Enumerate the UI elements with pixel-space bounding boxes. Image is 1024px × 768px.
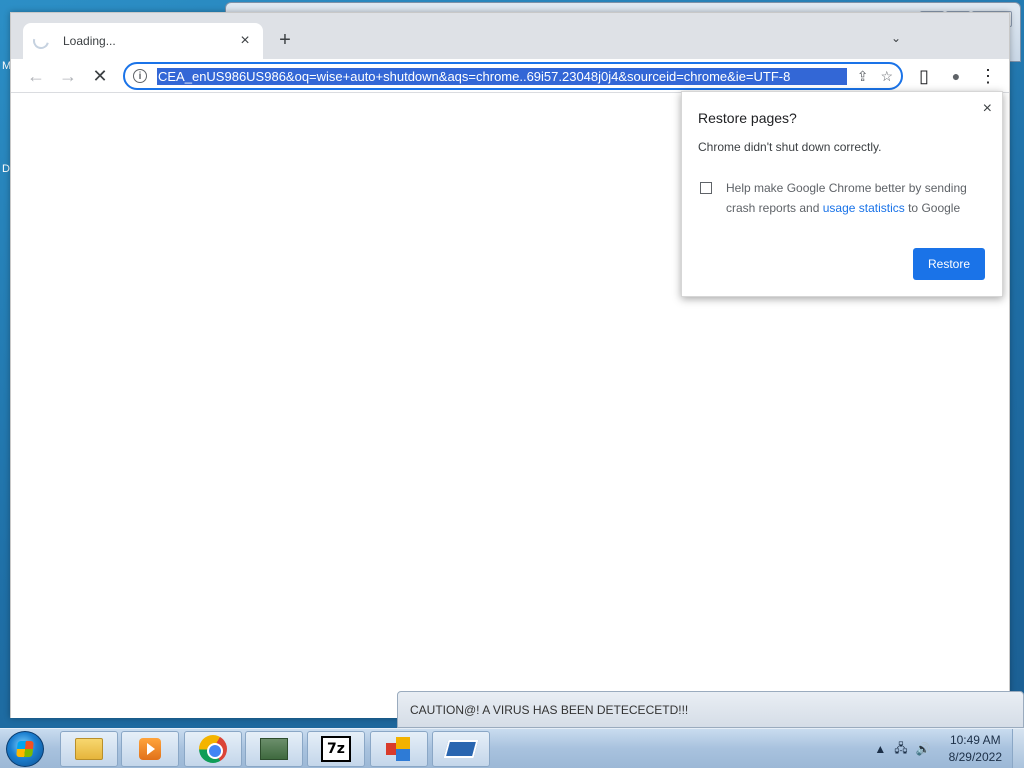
clock[interactable]: 10:49 AM 8/29/2022 [949,732,1002,766]
dialog-message: Chrome didn't shut down correctly. [698,140,882,154]
volume-icon[interactable]: 🔊 [916,742,931,756]
dialog-close-icon[interactable]: × [983,100,992,118]
network-icon[interactable]: 🖧 [894,739,907,760]
taskbar-7zip[interactable]: 7z [307,731,365,767]
tab-loading[interactable]: Loading... × [23,23,263,59]
tab-strip: Loading... × + ⌄ [11,13,1009,59]
desktop: M D ▭ ❐ ✕ Loading... × + ⌄ ← → ✕ i CEA_e… [0,0,1024,728]
tab-search-icon[interactable]: ⌄ [891,31,901,45]
bookmark-star-icon[interactable]: ☆ [880,68,893,85]
tray-expand-icon[interactable]: ▲ [874,742,886,756]
taskbar-explorer[interactable] [60,731,118,767]
network-app-icon [260,738,288,760]
show-desktop-button[interactable] [1012,729,1024,768]
start-button[interactable] [6,731,44,767]
folder-icon [75,738,103,760]
chrome-window: Loading... × + ⌄ ← → ✕ i CEA_enUS986US98… [10,12,1010,718]
taskbar: 7z ▲ 🖧 🔊 10:49 AM 8/29/2022 [0,728,1024,768]
tab-close-icon[interactable]: × [237,32,253,50]
browser-toolbar: ← → ✕ i CEA_enUS986US986&oq=wise+auto+sh… [11,59,1009,93]
usage-statistics-link[interactable]: usage statistics [823,201,905,215]
site-info-icon[interactable]: i [133,69,147,83]
address-bar[interactable]: i CEA_enUS986US986&oq=wise+auto+shutdown… [123,62,903,90]
restore-button[interactable]: Restore [913,248,985,280]
drive-icon [443,740,479,758]
back-arrow-icon[interactable]: ← [25,65,47,87]
taskbar-drive[interactable] [432,731,490,767]
desktop-icon-label[interactable]: D [2,163,10,175]
help-text-end: to Google [904,201,961,215]
notification-text: CAUTION@! A VIRUS HAS BEEN DETECECETD!!! [410,702,689,717]
new-tab-icon[interactable]: + [273,29,297,52]
taskbar-media-player[interactable] [121,731,179,767]
stop-loading-icon[interactable]: ✕ [89,65,111,87]
tab-title: Loading... [63,34,116,48]
dialog-title: Restore pages? [698,110,797,126]
seven-zip-icon: 7z [321,736,351,762]
clock-time: 10:49 AM [949,733,1001,747]
app-icon [386,737,412,761]
url-text[interactable]: CEA_enUS986US986&oq=wise+auto+shutdown&a… [157,67,847,85]
taskbar-app[interactable] [370,731,428,767]
media-player-icon [139,738,161,760]
clock-date: 8/29/2022 [948,750,1002,764]
chrome-icon [199,735,227,763]
chrome-menu-icon[interactable]: ⋮ [977,65,999,87]
virus-warning-notification[interactable]: CAUTION@! A VIRUS HAS BEEN DETECECETD!!! [397,691,1024,728]
share-icon[interactable]: ⇪ [857,68,869,85]
profile-icon[interactable]: ● [945,65,967,87]
restore-pages-dialog: Restore pages? × Chrome didn't shut down… [681,91,1003,297]
taskbar-chrome[interactable] [184,731,242,767]
forward-arrow-icon[interactable]: → [57,65,79,87]
loading-spinner-icon [30,30,52,52]
taskbar-network-app[interactable] [245,731,303,767]
system-tray: ▲ 🖧 🔊 10:49 AM 8/29/2022 [874,729,1024,768]
crash-report-checkbox[interactable] [700,182,712,194]
side-panel-icon[interactable]: ▯ [913,65,935,87]
crash-report-label: Help make Google Chrome better by sendin… [726,178,986,218]
omnibox-actions: ⇪ ☆ [857,68,893,85]
